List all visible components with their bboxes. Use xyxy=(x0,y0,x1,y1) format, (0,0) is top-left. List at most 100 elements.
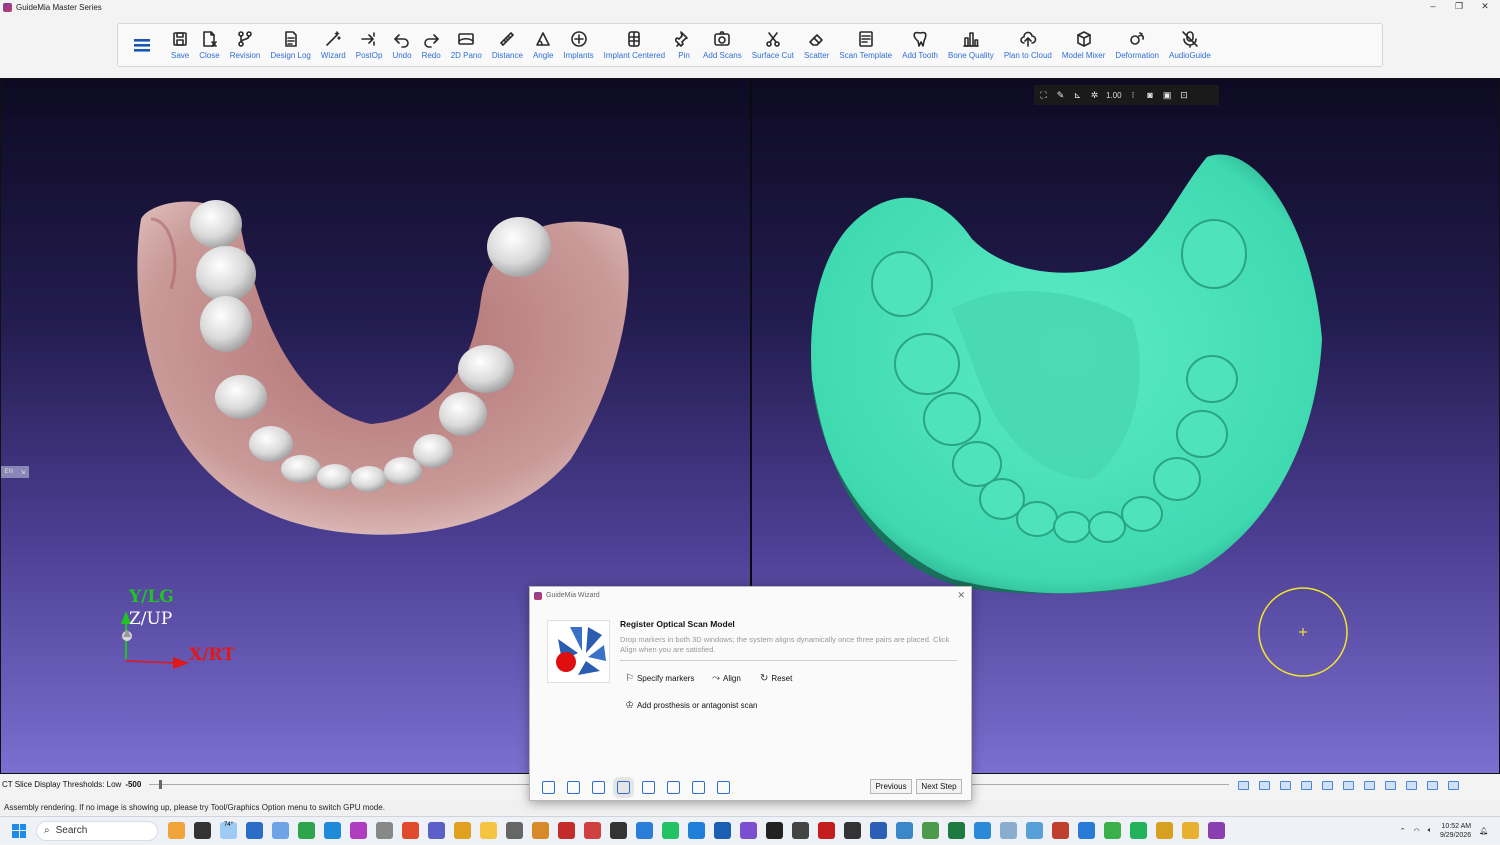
side-panel-tab[interactable]: EN ⇲ xyxy=(1,466,29,478)
s-app-icon[interactable] xyxy=(402,822,419,839)
sync-app-icon[interactable] xyxy=(298,822,315,839)
view-layout-8-icon[interactable] xyxy=(1385,781,1396,790)
powershell-app-icon[interactable] xyxy=(636,822,653,839)
task-view-icon[interactable] xyxy=(194,822,211,839)
save-button[interactable]: Save xyxy=(166,23,194,67)
database-app-icon[interactable] xyxy=(376,822,393,839)
puzzle-app-icon[interactable] xyxy=(558,822,575,839)
obs-app-icon[interactable] xyxy=(792,822,809,839)
zoom-level[interactable]: 1.00 xyxy=(1106,91,1122,100)
bone-quality-button[interactable]: Bone Quality xyxy=(943,23,999,67)
minimize-button[interactable]: – xyxy=(1420,0,1446,14)
pin-button[interactable]: Pin xyxy=(670,23,698,67)
add-tooth-button[interactable]: Add Tooth xyxy=(897,23,943,67)
visualstudio-app-icon[interactable] xyxy=(740,822,757,839)
notification-icon[interactable]: 🔔︎ xyxy=(1479,827,1488,835)
checkmark-app-icon[interactable] xyxy=(506,822,523,839)
angle-button[interactable]: Angle xyxy=(528,23,558,67)
teams-app-icon[interactable] xyxy=(428,822,445,839)
volume-icon[interactable]: 🔈︎ xyxy=(1428,827,1432,835)
step-tooth-icon[interactable] xyxy=(567,780,580,794)
chrome-canary-app-icon[interactable] xyxy=(1182,822,1199,839)
step-scan-icon[interactable] xyxy=(592,780,605,794)
step-sync-icon[interactable] xyxy=(692,780,705,794)
store-app-icon[interactable] xyxy=(246,822,263,839)
view-layout-5-icon[interactable] xyxy=(1322,781,1333,790)
design-log-button[interactable]: Design Log xyxy=(265,23,315,67)
pdf-app-icon[interactable] xyxy=(818,822,835,839)
step-implant-icon[interactable] xyxy=(667,780,680,794)
restore-button[interactable]: ❐ xyxy=(1446,0,1472,14)
word-app-icon[interactable] xyxy=(870,822,887,839)
view-layout-1-icon[interactable] xyxy=(1238,781,1249,790)
previous-button[interactable]: Previous xyxy=(870,779,912,794)
view-layout-7-icon[interactable] xyxy=(1364,781,1375,790)
specify-markers-button[interactable]: ⚐ Specify markers xyxy=(625,673,694,684)
scatter-button[interactable]: Scatter xyxy=(799,23,834,67)
view-layout-2-icon[interactable] xyxy=(1259,781,1270,790)
remote-app-icon[interactable] xyxy=(1026,822,1043,839)
implants-button[interactable]: Implants xyxy=(558,23,598,67)
plan-to-cloud-button[interactable]: Plan to Cloud xyxy=(999,23,1057,67)
step-document-icon[interactable] xyxy=(717,780,730,794)
chrome-dev-app-icon[interactable] xyxy=(1156,822,1173,839)
add-scans-button[interactable]: Add Scans xyxy=(698,23,747,67)
vscode-app-icon[interactable] xyxy=(688,822,705,839)
step-arch-icon[interactable] xyxy=(642,780,655,794)
scan-template-button[interactable]: Scan Template xyxy=(834,23,897,67)
guidemia-app-icon[interactable] xyxy=(1208,822,1225,839)
undo-button[interactable]: Undo xyxy=(387,23,416,67)
edge-beta-app-icon[interactable] xyxy=(974,822,991,839)
next-step-button[interactable]: Next Step xyxy=(916,779,962,794)
weather-icon[interactable]: 74° xyxy=(220,822,237,839)
taskbar-search-box[interactable]: ⌕ Search xyxy=(36,820,158,841)
audioguide-button[interactable]: AudioGuide xyxy=(1164,23,1216,67)
wechat-app-icon[interactable] xyxy=(1130,822,1147,839)
close-button[interactable]: Close xyxy=(194,23,224,67)
s2-app-icon[interactable] xyxy=(1078,822,1095,839)
clock[interactable]: 10:52 AM 9/29/2026 xyxy=(1440,822,1471,840)
deformation-button[interactable]: Deformation xyxy=(1110,23,1164,67)
edge-app-icon[interactable] xyxy=(324,822,341,839)
view-layout-10-icon[interactable] xyxy=(1427,781,1438,790)
monitor-app-icon[interactable] xyxy=(1000,822,1017,839)
start-button[interactable] xyxy=(12,823,26,838)
implant-centered-button[interactable]: Implant Centered xyxy=(599,23,670,67)
reset-view-icon[interactable]: ⊡ xyxy=(1179,90,1190,101)
excel-app-icon[interactable] xyxy=(948,822,965,839)
hamburger-menu-button[interactable] xyxy=(118,23,166,67)
fit-view-icon[interactable]: ⛶ xyxy=(1038,90,1049,101)
outlook-app-icon[interactable] xyxy=(714,822,731,839)
wizard-button[interactable]: Wizard xyxy=(316,23,351,67)
model-mixer-button[interactable]: Model Mixer xyxy=(1057,23,1111,67)
folder-app-icon[interactable] xyxy=(480,822,497,839)
terminal-app-icon[interactable] xyxy=(844,822,861,839)
step-align-icon[interactable] xyxy=(613,776,634,798)
view-layout-4-icon[interactable] xyxy=(1301,781,1312,790)
pencil-icon[interactable]: ✎ xyxy=(1055,90,1066,101)
globe-app-icon[interactable] xyxy=(896,822,913,839)
reset-button[interactable]: ↻ Reset xyxy=(760,673,792,684)
camera-icon[interactable]: ◙ xyxy=(1145,90,1156,101)
2d-pano-button[interactable]: 2D Pano xyxy=(446,23,487,67)
whatsapp-app-icon[interactable] xyxy=(662,822,679,839)
player-app-icon[interactable] xyxy=(766,822,783,839)
chatgpt-app-icon[interactable] xyxy=(610,822,627,839)
window-close-button[interactable]: ✕ xyxy=(1472,0,1498,14)
network-app-icon[interactable] xyxy=(922,822,939,839)
media-app-icon[interactable] xyxy=(350,822,367,839)
paint-app-icon[interactable] xyxy=(1052,822,1069,839)
redo-button[interactable]: Redo xyxy=(417,23,446,67)
view-layout-9-icon[interactable] xyxy=(1406,781,1417,790)
chevron-up-icon[interactable]: ⌃ xyxy=(1400,827,1406,835)
wifi-icon[interactable]: ◠ xyxy=(1414,827,1420,835)
measure-icon[interactable]: ⊾ xyxy=(1072,90,1083,101)
rotate-icon[interactable]: ✲ xyxy=(1089,90,1100,101)
video-icon[interactable]: ▣ xyxy=(1162,90,1173,101)
color-app-icon[interactable] xyxy=(584,822,601,839)
threshold-slider-knob[interactable] xyxy=(159,780,163,789)
notes-app-icon[interactable] xyxy=(1104,822,1121,839)
align-button[interactable]: ⤳ Align xyxy=(712,673,741,684)
gear-app-icon[interactable] xyxy=(532,822,549,839)
view-layout-6-icon[interactable] xyxy=(1343,781,1354,790)
